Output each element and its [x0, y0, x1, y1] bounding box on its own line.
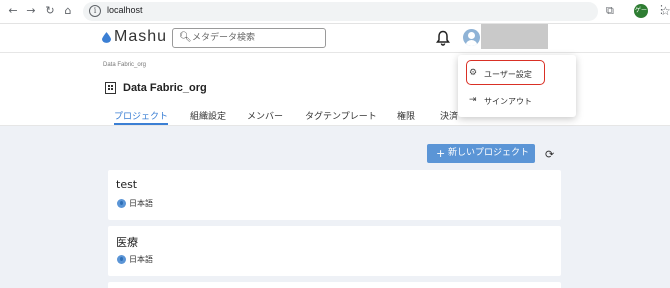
- active-tab-indicator: [114, 123, 168, 125]
- profile-avatar[interactable]: ゲー: [634, 4, 648, 18]
- project-card[interactable]: 医療 日本語: [108, 226, 561, 276]
- org-title: Data Fabric_org: [123, 82, 207, 94]
- project-card[interactable]: test 日本語: [108, 170, 561, 220]
- search-icon: 🔍︎: [179, 32, 192, 43]
- plus-icon: +: [436, 147, 446, 160]
- bell-icon[interactable]: [436, 30, 450, 46]
- user-avatar[interactable]: [463, 29, 480, 46]
- user-name-redacted[interactable]: [481, 24, 548, 49]
- refresh-icon[interactable]: ⟳: [545, 148, 554, 161]
- forward-arrow-icon[interactable]: →: [24, 4, 38, 18]
- tab-tag-templates[interactable]: タグテンプレート: [305, 109, 377, 122]
- project-language: 日本語: [129, 199, 153, 208]
- globe-icon: [117, 199, 126, 208]
- tab-billing[interactable]: 決済: [440, 109, 458, 122]
- menu-item-label: サインアウト: [484, 97, 532, 106]
- user-menu: ⚙ ユーザー設定 ⇥ サインアウト: [458, 55, 576, 117]
- address-bar[interactable]: i localhost ⚿ ☆: [83, 2, 670, 21]
- home-icon[interactable]: ⌂: [61, 4, 75, 18]
- tab-org-settings[interactable]: 組織設定: [190, 109, 226, 122]
- url-text[interactable]: localhost: [107, 5, 143, 15]
- menu-kebab-icon[interactable]: ⋮: [656, 3, 667, 16]
- menu-item-label: ユーザー設定: [484, 70, 532, 79]
- tab-permissions[interactable]: 権限: [397, 109, 415, 122]
- search-field[interactable]: 🔍︎: [172, 28, 326, 48]
- project-name[interactable]: test: [116, 178, 137, 191]
- app-logo[interactable]: Mashu: [114, 28, 167, 46]
- app-header: Mashu 🔍︎: [0, 24, 670, 53]
- globe-icon: [117, 255, 126, 264]
- new-project-button[interactable]: + 新しいプロジェクト: [427, 144, 535, 163]
- tab-projects[interactable]: プロジェクト: [114, 109, 168, 122]
- site-info-icon[interactable]: i: [89, 5, 101, 17]
- tab-members[interactable]: メンバー: [247, 109, 283, 122]
- search-input[interactable]: [192, 31, 322, 45]
- extensions-icon[interactable]: ⧉: [606, 4, 614, 18]
- sign-out-icon: ⇥: [469, 95, 477, 105]
- back-arrow-icon[interactable]: ←: [6, 4, 20, 18]
- project-language: 日本語: [129, 255, 153, 264]
- project-name[interactable]: 医療: [116, 234, 138, 250]
- reload-icon[interactable]: ↻: [43, 4, 57, 18]
- project-card[interactable]: [108, 282, 561, 288]
- browser-toolbar: ← → ↻ ⌂ i localhost ⚿ ☆ ⧉ ゲー ⋮: [0, 0, 670, 24]
- new-project-label: 新しいプロジェクト: [448, 148, 530, 158]
- breadcrumb[interactable]: Data Fabric_org: [103, 62, 146, 68]
- gear-icon: ⚙: [469, 68, 478, 78]
- building-icon: [105, 82, 116, 94]
- logo-drop-icon: [102, 32, 111, 43]
